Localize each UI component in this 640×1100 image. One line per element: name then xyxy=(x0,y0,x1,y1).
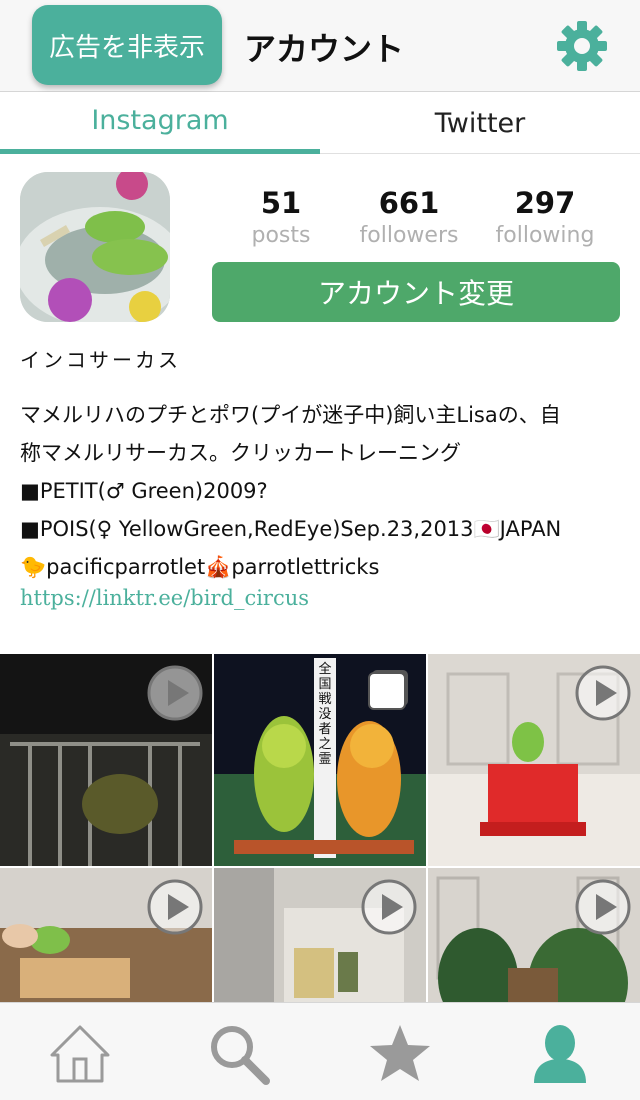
account-tabs: Instagram Twitter xyxy=(0,92,640,154)
bio-line: ■POIS(♀ YellowGreen,RedEye)Sep.23,2013🇯🇵… xyxy=(20,517,562,541)
tab-twitter[interactable]: Twitter xyxy=(320,92,640,154)
play-icon xyxy=(147,665,203,721)
avatar-image xyxy=(20,172,170,322)
bio-line: 🐤pacificparrotlet🎪parrotlettricks xyxy=(20,555,380,579)
bio-line: ■PETIT(♂ Green)2009? xyxy=(20,479,268,503)
stat-following[interactable]: 297 following xyxy=(485,184,605,250)
avatar[interactable] xyxy=(20,172,170,322)
media-item[interactable] xyxy=(214,868,426,1002)
stat-posts: 51 posts xyxy=(221,184,341,250)
media-item[interactable]: 全国戦没者之霊 xyxy=(214,654,426,866)
change-account-button[interactable]: アカウント変更 xyxy=(212,262,620,322)
profile-username: インコサーカス xyxy=(20,348,181,372)
gear-icon[interactable] xyxy=(556,20,608,72)
media-item[interactable] xyxy=(0,868,212,1002)
media-grid: 全国戦没者之霊 xyxy=(0,654,640,1002)
gallery-icon xyxy=(368,670,408,710)
bio-line: 称マメルリサーカス。クリッカートレーニング xyxy=(20,441,461,465)
media-item[interactable] xyxy=(428,654,640,866)
profile-link[interactable]: https://linktr.ee/bird_circus xyxy=(20,586,309,610)
play-icon xyxy=(147,879,203,935)
bottom-nav xyxy=(0,1002,640,1100)
gallery-sign-text: 全国戦没者之霊 xyxy=(318,662,332,767)
followers-label: followers xyxy=(359,223,459,248)
play-icon xyxy=(361,879,417,935)
following-label: following xyxy=(495,223,595,248)
play-icon xyxy=(575,879,631,935)
following-count: 297 xyxy=(514,186,576,220)
user-icon[interactable] xyxy=(528,1021,592,1085)
profile-bio: マメルリハのプチとポワ(プイが迷子中)飼い主Lisaの、自 称マメルリサーカス。… xyxy=(20,396,620,586)
bio-line: マメルリハのプチとポワ(プイが迷子中)飼い主Lisaの、自 xyxy=(20,403,561,427)
tab-instagram[interactable]: Instagram xyxy=(0,92,320,154)
star-icon[interactable] xyxy=(368,1021,432,1085)
followers-count: 661 xyxy=(378,186,440,220)
hide-ads-button[interactable]: 広告を非表示 xyxy=(32,5,222,85)
media-item[interactable] xyxy=(0,654,212,866)
posts-count: 51 xyxy=(260,186,302,220)
search-icon[interactable] xyxy=(206,1021,270,1085)
posts-label: posts xyxy=(251,223,311,248)
stat-followers[interactable]: 661 followers xyxy=(349,184,469,250)
top-bar: 広告を非表示 アカウント xyxy=(0,0,640,92)
home-icon[interactable] xyxy=(48,1021,112,1085)
play-icon xyxy=(575,665,631,721)
media-item[interactable] xyxy=(428,868,640,1002)
page-title: アカウント xyxy=(244,30,405,68)
